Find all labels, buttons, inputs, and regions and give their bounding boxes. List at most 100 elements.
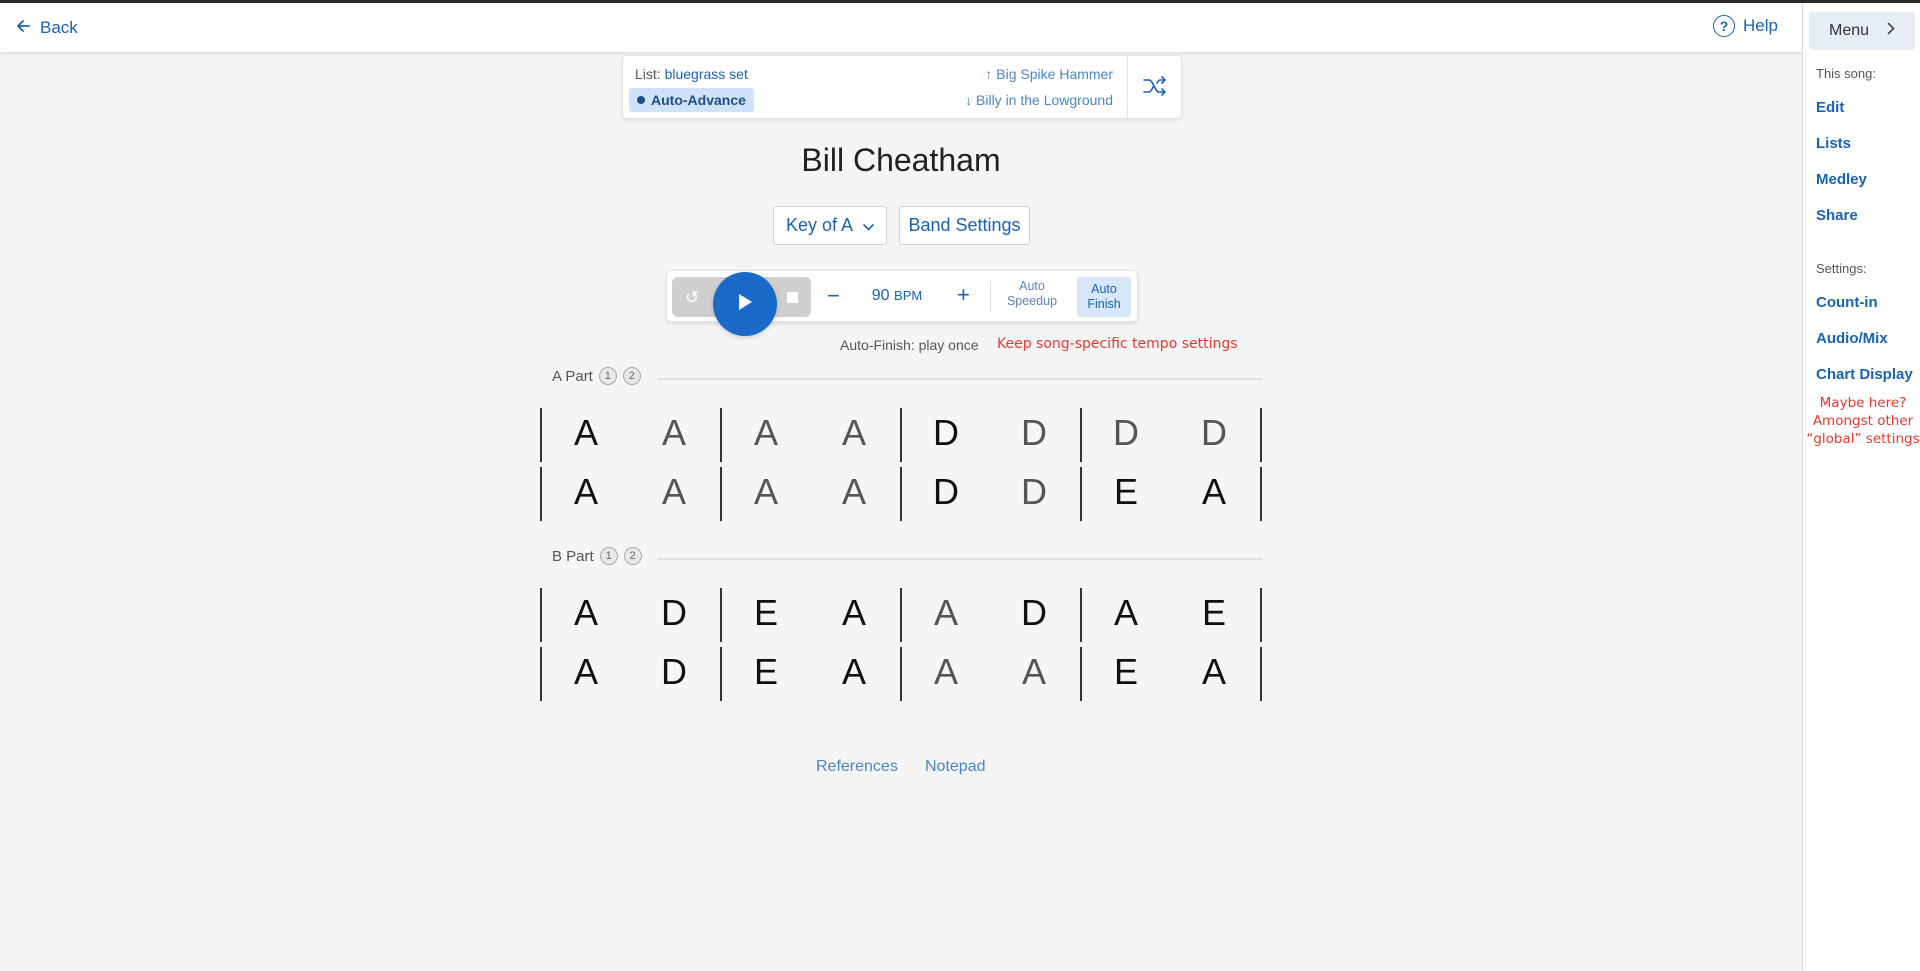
- band-settings-button[interactable]: Band Settings: [899, 206, 1030, 245]
- stop-icon[interactable]: [787, 292, 798, 303]
- chord-row: AAAADDEA: [540, 467, 1262, 521]
- key-label: Key of A: [785, 215, 854, 235]
- list-name-link[interactable]: bluegrass set: [665, 66, 748, 82]
- auto-speedup-toggle[interactable]: Auto Speedup: [1001, 279, 1063, 309]
- chord[interactable]: A: [824, 471, 884, 513]
- chord[interactable]: A: [1096, 592, 1156, 634]
- chord[interactable]: A: [1004, 651, 1064, 693]
- part-label-b: B Part 1 2: [552, 547, 642, 565]
- previous-song-label: Big Spike Hammer: [996, 66, 1113, 82]
- chord[interactable]: A: [824, 412, 884, 454]
- chord[interactable]: A: [916, 592, 976, 634]
- references-link[interactable]: References: [816, 758, 898, 776]
- chord[interactable]: A: [916, 651, 976, 693]
- chord[interactable]: D: [916, 412, 976, 454]
- arrow-up-icon: ↑: [985, 66, 993, 82]
- setlist-bar: List: bluegrass set Auto-Advance ↑ Big S…: [622, 55, 1182, 120]
- chord[interactable]: A: [556, 592, 616, 634]
- chord[interactable]: A: [644, 471, 704, 513]
- chord[interactable]: E: [736, 651, 796, 693]
- chord[interactable]: A: [644, 412, 704, 454]
- chord[interactable]: D: [1004, 471, 1064, 513]
- chord[interactable]: D: [916, 471, 976, 513]
- back-button[interactable]: Back: [16, 18, 78, 38]
- chord[interactable]: A: [556, 471, 616, 513]
- chord[interactable]: A: [824, 592, 884, 634]
- next-song-link[interactable]: ↓ Billy in the Lowground: [965, 92, 1113, 108]
- auto-finish-line2: Finish: [1087, 297, 1121, 311]
- top-header: Back ? Help: [0, 3, 1802, 53]
- chord[interactable]: A: [1184, 651, 1244, 693]
- help-label: Help: [1743, 16, 1778, 35]
- bar-line: [900, 467, 902, 521]
- chord[interactable]: D: [1004, 592, 1064, 634]
- chord[interactable]: D: [644, 592, 704, 634]
- chord[interactable]: D: [644, 651, 704, 693]
- play-icon: [736, 292, 754, 317]
- sidebar-annotation: Maybe here? Amongst other “global” setti…: [1806, 395, 1920, 447]
- sidebar-link-chart-display[interactable]: Chart Display: [1816, 366, 1913, 383]
- chord[interactable]: A: [1184, 471, 1244, 513]
- play-button[interactable]: [713, 272, 777, 336]
- tempo-increase-button[interactable]: +: [957, 282, 970, 308]
- chord[interactable]: E: [736, 592, 796, 634]
- divider: [990, 281, 991, 313]
- sidebar-link-edit[interactable]: Edit: [1816, 99, 1844, 116]
- chord[interactable]: D: [1184, 412, 1244, 454]
- part-divider: [658, 558, 1262, 560]
- back-label: Back: [40, 18, 78, 37]
- tempo-annotation: Keep song-specific tempo settings: [997, 336, 1238, 352]
- chord-row: AAAADDDD: [540, 408, 1262, 462]
- this-song-heading: This song:: [1816, 66, 1876, 81]
- bar-line: [1260, 647, 1262, 701]
- previous-song-link[interactable]: ↑ Big Spike Hammer: [985, 66, 1113, 82]
- right-sidebar: Menu This song: Edit Lists Medley Share …: [1802, 3, 1920, 971]
- next-song-label: Billy in the Lowground: [976, 92, 1113, 108]
- help-icon: ?: [1713, 15, 1736, 37]
- menu-button[interactable]: Menu: [1809, 12, 1915, 50]
- chord[interactable]: A: [736, 471, 796, 513]
- chord-row: ADEAAAEA: [540, 647, 1262, 701]
- sidebar-link-share[interactable]: Share: [1816, 207, 1858, 224]
- part-label-a: A Part 1 2: [552, 367, 641, 385]
- auto-advance-label: Auto-Advance: [651, 92, 746, 108]
- repeat-badge: 1: [598, 367, 617, 385]
- auto-finish-toggle[interactable]: Auto Finish: [1077, 277, 1131, 317]
- settings-heading: Settings:: [1816, 261, 1867, 276]
- restart-icon[interactable]: ↺: [685, 288, 699, 308]
- bar-line: [720, 408, 722, 462]
- auto-advance-toggle[interactable]: Auto-Advance: [629, 88, 754, 112]
- sidebar-link-lists[interactable]: Lists: [1816, 135, 1851, 152]
- chord[interactable]: D: [1004, 412, 1064, 454]
- chord[interactable]: A: [556, 651, 616, 693]
- sidebar-link-audio-mix[interactable]: Audio/Mix: [1816, 330, 1888, 347]
- arrow-down-icon: ↓: [965, 92, 973, 108]
- bar-line: [720, 467, 722, 521]
- tempo-display: 90 BPM: [867, 287, 927, 305]
- bar-line: [1260, 408, 1262, 462]
- bar-line: [1260, 588, 1262, 642]
- chord[interactable]: E: [1096, 471, 1156, 513]
- chord[interactable]: D: [1096, 412, 1156, 454]
- bar-line: [900, 647, 902, 701]
- chord[interactable]: A: [736, 412, 796, 454]
- chord[interactable]: A: [824, 651, 884, 693]
- bar-line: [900, 408, 902, 462]
- bar-line: [720, 588, 722, 642]
- transport-group: ↺: [672, 272, 811, 336]
- chord[interactable]: E: [1184, 592, 1244, 634]
- chord[interactable]: E: [1096, 651, 1156, 693]
- bar-line: [1080, 647, 1082, 701]
- chord[interactable]: A: [556, 412, 616, 454]
- sidebar-link-count-in[interactable]: Count-in: [1816, 294, 1878, 311]
- shuffle-button[interactable]: [1127, 56, 1181, 120]
- key-select[interactable]: Key of A: [773, 206, 887, 245]
- bar-line: [1260, 467, 1262, 521]
- auto-speedup-line1: Auto: [1019, 279, 1045, 293]
- bar-line: [540, 408, 542, 462]
- help-button[interactable]: ? Help: [1713, 15, 1778, 37]
- sidebar-link-medley[interactable]: Medley: [1816, 171, 1867, 188]
- notepad-link[interactable]: Notepad: [925, 758, 986, 776]
- tempo-decrease-button[interactable]: −: [827, 283, 840, 309]
- arrow-left-icon: [16, 18, 30, 38]
